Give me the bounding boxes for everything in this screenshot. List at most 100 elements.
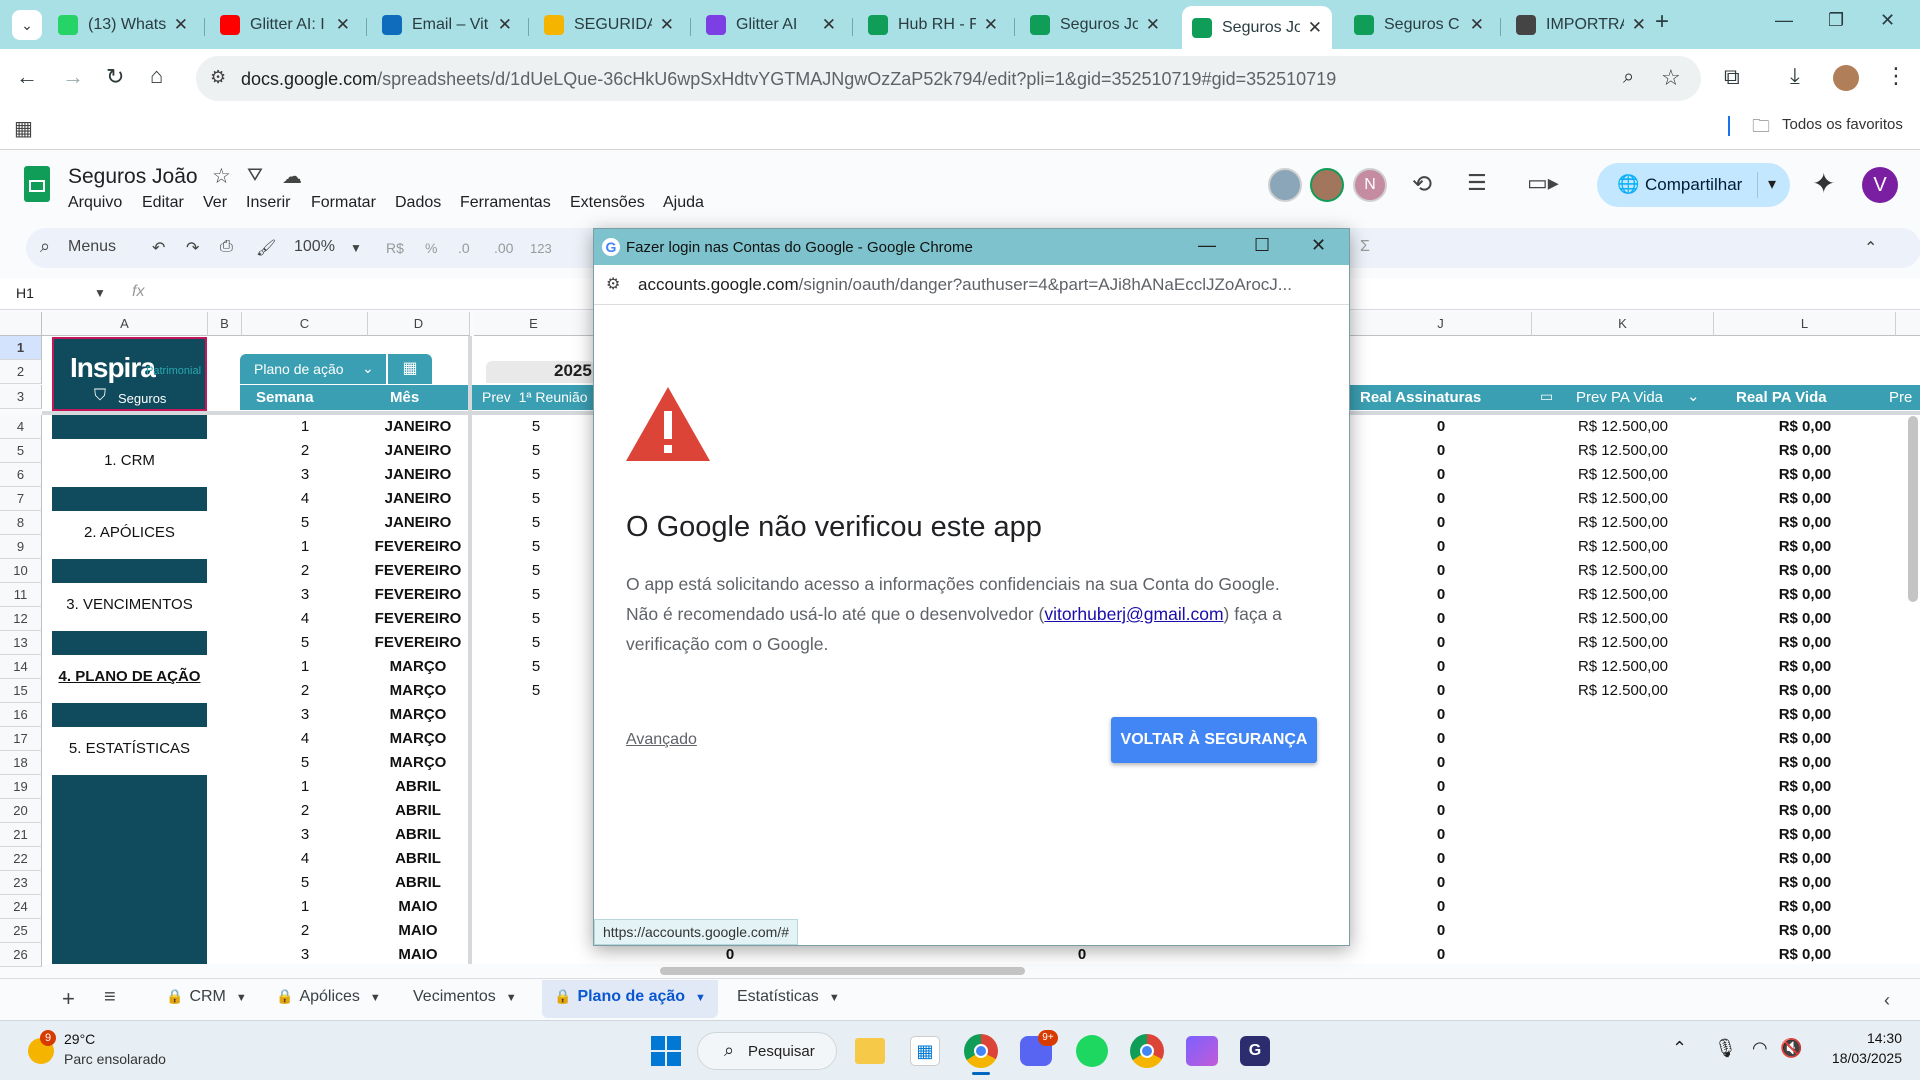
cell-real_ass[interactable]: 0 (1350, 823, 1532, 847)
cell-prev[interactable] (490, 847, 582, 871)
popup-minimize-icon[interactable]: — (1198, 235, 1216, 256)
decrease-decimal-button[interactable]: .0 (458, 240, 470, 256)
sheet-tab-dropdown-icon[interactable]: ▼ (695, 992, 706, 1004)
cell-mes[interactable]: ABRIL (368, 799, 468, 823)
extensions-icon[interactable]: ⧉ (1724, 64, 1740, 90)
nav-link-5[interactable]: 5. ESTATÍSTICAS (52, 740, 207, 757)
browser-tab[interactable]: SEGURIDA ✕ (534, 8, 684, 42)
cell-prev[interactable] (490, 823, 582, 847)
cell-real_pa[interactable]: R$ 0,00 (1714, 703, 1896, 727)
row-header[interactable]: 5 (0, 439, 42, 463)
comments-icon[interactable]: ☰ (1467, 170, 1487, 196)
back-to-safety-button[interactable]: VOLTAR À SEGURANÇA (1111, 717, 1317, 763)
more-formats-button[interactable]: 123 (530, 241, 552, 256)
cell-real_pa[interactable]: R$ 0,00 (1714, 487, 1896, 511)
download-icon[interactable]: ⤓ (1790, 63, 1800, 89)
cell-mes[interactable]: MARÇO (368, 703, 468, 727)
browser-tab[interactable]: Glitter AI ✕ (696, 8, 846, 42)
row-header[interactable]: 19 (0, 775, 42, 799)
cell-real_ass[interactable]: 0 (1350, 439, 1532, 463)
cell-mes[interactable]: MARÇO (368, 727, 468, 751)
add-sheet-icon[interactable]: + (62, 986, 75, 1012)
weather-widget[interactable]: 9 29°C Parc ensolarado (24, 1028, 224, 1072)
cell-prev_pa[interactable] (1532, 823, 1714, 847)
header-pre-truncated[interactable]: Pre (1889, 389, 1912, 406)
apps-grid-icon[interactable]: ▦ (14, 116, 33, 141)
zoom-select[interactable]: 100% (294, 238, 335, 256)
column-header-l[interactable]: L (1714, 312, 1896, 336)
column-header-c[interactable]: C (242, 312, 368, 336)
cell-real_ass[interactable]: 0 (1350, 775, 1532, 799)
functions-icon[interactable]: Σ (1360, 238, 1370, 256)
nav-link-3[interactable]: 3. VENCIMENTOS (52, 596, 207, 613)
cell-real_ass[interactable]: 0 (1350, 871, 1532, 895)
popup-maximize-icon[interactable]: ☐ (1254, 235, 1270, 256)
cell-prev[interactable]: 5 (490, 583, 582, 607)
back-icon[interactable]: ← (16, 64, 38, 90)
cell-semana[interactable]: 1 (242, 655, 368, 679)
row-header[interactable]: 12 (0, 607, 42, 631)
row-header[interactable]: 25 (0, 919, 42, 943)
header-prev-pa-vida[interactable]: Prev PA Vida (1576, 389, 1663, 406)
cell-mes[interactable]: JANEIRO (368, 487, 468, 511)
cell-semana[interactable]: 2 (242, 439, 368, 463)
cell-real_ass[interactable]: 0 (1350, 559, 1532, 583)
cell-prev[interactable]: 5 (490, 511, 582, 535)
forward-icon[interactable]: → (62, 64, 84, 90)
cell-prev[interactable] (490, 871, 582, 895)
row-header[interactable]: 3 (0, 385, 42, 409)
menu-4[interactable]: Formatar (311, 194, 376, 212)
tab-search-button[interactable]: ⌄ (12, 10, 42, 40)
cell-real_ass[interactable]: 0 (1350, 943, 1532, 967)
undo-icon[interactable]: ↶ (152, 238, 165, 258)
cell-semana[interactable]: 2 (242, 679, 368, 703)
cell-mes[interactable]: MARÇO (368, 751, 468, 775)
row-header[interactable]: 1 (0, 336, 42, 360)
cell-semana[interactable]: 1 (242, 895, 368, 919)
cell-prev[interactable] (490, 919, 582, 943)
row-header[interactable]: 21 (0, 823, 42, 847)
cell-prev[interactable]: 5 (490, 607, 582, 631)
cell-prev[interactable] (490, 703, 582, 727)
cell-real_pa[interactable]: R$ 0,00 (1714, 751, 1896, 775)
row-header[interactable]: 26 (0, 943, 42, 967)
sheet-tab-dropdown-icon[interactable]: ▼ (829, 992, 840, 1004)
tab-close-icon[interactable]: ✕ (336, 15, 350, 35)
all-sheets-icon[interactable]: ≡ (104, 986, 116, 1009)
menus-search-icon[interactable]: ⌕ (40, 236, 50, 257)
cell-real_pa[interactable]: R$ 0,00 (1714, 439, 1896, 463)
profile-avatar[interactable] (1833, 65, 1859, 91)
cell-real_pa[interactable]: R$ 0,00 (1714, 655, 1896, 679)
sheet-nav-icon[interactable]: ‹ (1884, 990, 1890, 1011)
row-header[interactable]: 4 (0, 415, 42, 439)
cell-mes[interactable]: FEVEREIRO (368, 583, 468, 607)
cell-mes[interactable]: ABRIL (368, 775, 468, 799)
cell-prev_pa[interactable] (1532, 919, 1714, 943)
row-header[interactable]: 10 (0, 559, 42, 583)
gemini-icon[interactable]: ✦ (1812, 167, 1835, 200)
cell-semana[interactable]: 3 (242, 703, 368, 727)
cell-mes[interactable]: JANEIRO (368, 463, 468, 487)
tray-chevron-icon[interactable]: ⌃ (1672, 1038, 1687, 1059)
cell-real_pa[interactable]: R$ 0,00 (1714, 871, 1896, 895)
zoom-icon[interactable]: ⌕ (1623, 66, 1634, 89)
cell-mes[interactable]: MARÇO (368, 655, 468, 679)
redo-icon[interactable]: ↷ (186, 238, 199, 258)
cell-real_pa[interactable]: R$ 0,00 (1714, 631, 1896, 655)
cell-prev[interactable]: 5 (490, 415, 582, 439)
sheet-tab-dropdown-icon[interactable]: ▼ (370, 992, 381, 1004)
column-header-d[interactable]: D (368, 312, 470, 336)
menu-1[interactable]: Editar (142, 194, 184, 212)
column-header-e[interactable]: E (474, 312, 594, 336)
microphone-icon[interactable]: 🎙 (1714, 1038, 1737, 1059)
tab-close-icon[interactable]: ✕ (1470, 15, 1484, 35)
row-header[interactable]: 7 (0, 487, 42, 511)
plano-chip[interactable]: Plano de ação ⌄ (240, 354, 386, 384)
collaborator-avatar-3[interactable]: N (1353, 168, 1387, 202)
row-header[interactable]: 9 (0, 535, 42, 559)
cell-prev[interactable]: 5 (490, 559, 582, 583)
cell-real_ass[interactable]: 0 (1350, 583, 1532, 607)
row-header[interactable]: 6 (0, 463, 42, 487)
site-info-icon[interactable]: ⚙ (210, 67, 226, 88)
collaborator-avatar-1[interactable] (1268, 168, 1302, 202)
